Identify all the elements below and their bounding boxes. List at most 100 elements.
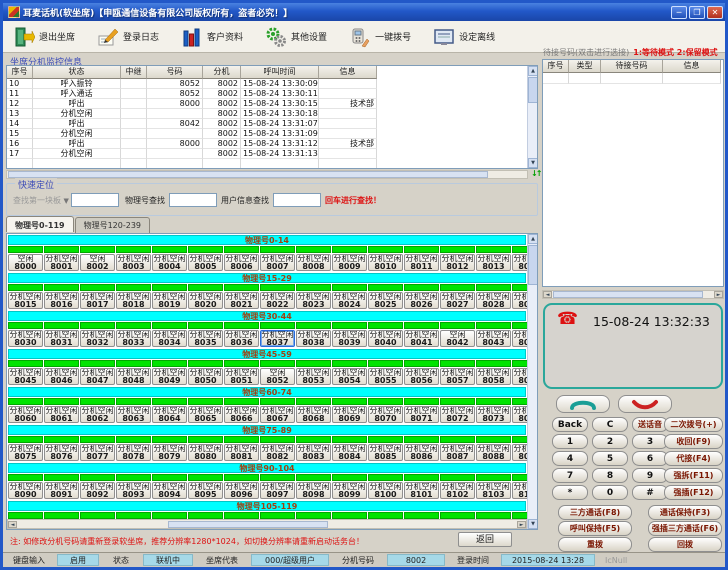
extension-button[interactable]: 分机空闲8009 (332, 254, 367, 271)
extension-button[interactable]: 分机空闲8027 (440, 292, 475, 309)
dial-key-0[interactable]: 0 (592, 485, 628, 500)
dial-key-7[interactable]: 7 (552, 468, 588, 483)
extension-button[interactable]: 分机空闲8068 (296, 406, 331, 423)
extension-button[interactable]: 分机空闲8054 (332, 368, 367, 385)
extension-button[interactable]: 分机空闲8095 (188, 482, 223, 499)
extension-button[interactable]: 分机空闲8088 (476, 444, 511, 461)
extension-button[interactable]: 分机空闲8013 (476, 254, 511, 271)
dial-key-3[interactable]: 3 (632, 434, 668, 449)
extension-button[interactable]: 分机空闲8086 (404, 444, 439, 461)
extension-button[interactable]: 分机空闲8104 (512, 482, 527, 499)
extension-button[interactable]: 分机空闲8058 (476, 368, 511, 385)
extension-button[interactable]: 分机空闲8077 (80, 444, 115, 461)
extension-button[interactable]: 分机空闲8064 (152, 406, 187, 423)
extension-button[interactable]: 分机空闲8090 (8, 482, 43, 499)
function-key[interactable]: 通话保持(F3) (648, 505, 722, 520)
extension-button[interactable]: 分机空闲8075 (8, 444, 43, 461)
extension-button[interactable]: 分机空闲8074 (512, 406, 527, 423)
grid-vertical-scrollbar[interactable]: ▲ ▼ (527, 234, 537, 529)
extension-button[interactable]: 空闲8042 (440, 330, 475, 347)
dial-key-9[interactable]: 9 (632, 468, 668, 483)
other-settings-button[interactable]: 其他设置 (265, 26, 327, 48)
extension-button[interactable]: 分机空闲8026 (404, 292, 439, 309)
extension-button[interactable]: 分机空闲8033 (116, 330, 151, 347)
dial-key-5[interactable]: 5 (592, 451, 628, 466)
scroll-right-icon[interactable]: ► (517, 521, 526, 528)
extension-button[interactable]: 分机空闲8020 (188, 292, 223, 309)
extension-button[interactable]: 分机空闲8078 (116, 444, 151, 461)
extension-button[interactable]: 空闲8052 (260, 368, 295, 385)
table-row[interactable]: 15分机空闲800215-08-24 13:31:09 (7, 129, 377, 139)
answer-button[interactable] (556, 395, 610, 413)
extension-button[interactable]: 分机空闲8018 (116, 292, 151, 309)
extension-button[interactable]: 分机空闲8012 (440, 254, 475, 271)
function-key[interactable]: 强插三方通话(F6) (648, 521, 722, 536)
monitor-horizontal-scrollbar[interactable] (6, 170, 528, 179)
function-key[interactable]: 三方通话(F8) (558, 505, 632, 520)
extension-button[interactable]: 分机空闲8079 (152, 444, 187, 461)
extension-button[interactable]: 分机空闲8065 (188, 406, 223, 423)
function-key[interactable]: 回拨 (648, 537, 722, 552)
extension-button[interactable]: 分机空闲8066 (224, 406, 259, 423)
extension-button[interactable]: 分机空闲8060 (8, 406, 43, 423)
tab-phys-0-119[interactable]: 物理号0-119 (6, 216, 74, 232)
extension-button[interactable]: 分机空闲8083 (296, 444, 331, 461)
close-icon[interactable]: ✕ (707, 6, 723, 19)
dial-key-8[interactable]: 8 (592, 468, 628, 483)
extension-button[interactable]: 分机空闲8024 (332, 292, 367, 309)
extension-button[interactable]: 分机空闲8076 (44, 444, 79, 461)
extension-button[interactable]: 分机空闲8063 (116, 406, 151, 423)
customer-data-button[interactable]: 客户资料 (181, 26, 243, 48)
dial-key-6[interactable]: 6 (632, 451, 668, 466)
extension-button[interactable]: 分机空闲8089 (512, 444, 527, 461)
extension-button[interactable]: 分机空闲8022 (260, 292, 295, 309)
function-key[interactable]: 呼叫保持(F5) (558, 521, 632, 536)
user-search-input[interactable] (273, 193, 321, 207)
extension-button[interactable]: 分机空闲8004 (152, 254, 187, 271)
function-key[interactable]: 二次拨号(+) (664, 417, 723, 432)
extension-button[interactable]: 分机空闲8067 (260, 406, 295, 423)
extension-button[interactable]: 分机空闲8057 (440, 368, 475, 385)
extension-button[interactable]: 空闲8002 (80, 254, 115, 271)
extension-button[interactable]: 分机空闲8080 (188, 444, 223, 461)
function-key[interactable]: 代接(F4) (664, 451, 723, 466)
extension-button[interactable]: 分机空闲8019 (152, 292, 187, 309)
extension-button[interactable]: 分机空闲8005 (188, 254, 223, 271)
extension-button[interactable]: 分机空闲8028 (476, 292, 511, 309)
extension-button[interactable]: 分机空闲8034 (152, 330, 187, 347)
extension-button[interactable]: 分机空闲8030 (8, 330, 43, 347)
extension-button[interactable]: 分机空闲8023 (296, 292, 331, 309)
dial-key-back[interactable]: Back (552, 417, 588, 432)
dial-key-c[interactable]: C (592, 417, 628, 432)
extension-button[interactable]: 分机空闲8044 (512, 330, 527, 347)
hangup-button[interactable] (618, 395, 672, 413)
scroll-up-icon[interactable]: ▲ (528, 66, 538, 76)
extension-button[interactable]: 分机空闲8047 (80, 368, 115, 385)
extension-button[interactable]: 分机空闲8029 (512, 292, 527, 309)
extension-button[interactable]: 分机空闲8021 (224, 292, 259, 309)
dial-key-[interactable]: 送话音 (632, 417, 668, 432)
extension-button[interactable]: 分机空闲8040 (368, 330, 403, 347)
extension-button[interactable]: 分机空闲8092 (80, 482, 115, 499)
extension-button[interactable]: 分机空闲8059 (512, 368, 527, 385)
extension-button[interactable]: 分机空闲8045 (8, 368, 43, 385)
extension-button[interactable]: 分机空闲8084 (332, 444, 367, 461)
extension-button[interactable]: 分机空闲8032 (80, 330, 115, 347)
dial-key-2[interactable]: 2 (592, 434, 628, 449)
extension-button[interactable]: 分机空闲8039 (332, 330, 367, 347)
table-row[interactable]: 10呼入振铃8052800215-08-24 13:30:09 (7, 79, 377, 89)
extension-button[interactable]: 分机空闲8096 (224, 482, 259, 499)
extension-button[interactable]: 分机空闲8007 (260, 254, 295, 271)
extension-button[interactable]: 分机空闲8050 (188, 368, 223, 385)
extension-button[interactable]: 分机空闲8001 (44, 254, 79, 271)
extension-button[interactable]: 分机空闲8094 (152, 482, 187, 499)
scroll-thumb[interactable] (8, 171, 488, 178)
extension-button[interactable]: 分机空闲8014 (512, 254, 527, 271)
extension-button[interactable]: 分机空闲8006 (224, 254, 259, 271)
table-row[interactable]: 13分机空闲800215-08-24 13:30:18 (7, 109, 377, 119)
scroll-down-icon[interactable]: ▼ (528, 158, 538, 168)
extension-button[interactable]: 分机空闲8072 (440, 406, 475, 423)
scroll-thumb[interactable] (528, 245, 538, 285)
extension-button[interactable]: 分机空闲8056 (404, 368, 439, 385)
board-search-input[interactable] (71, 193, 119, 207)
